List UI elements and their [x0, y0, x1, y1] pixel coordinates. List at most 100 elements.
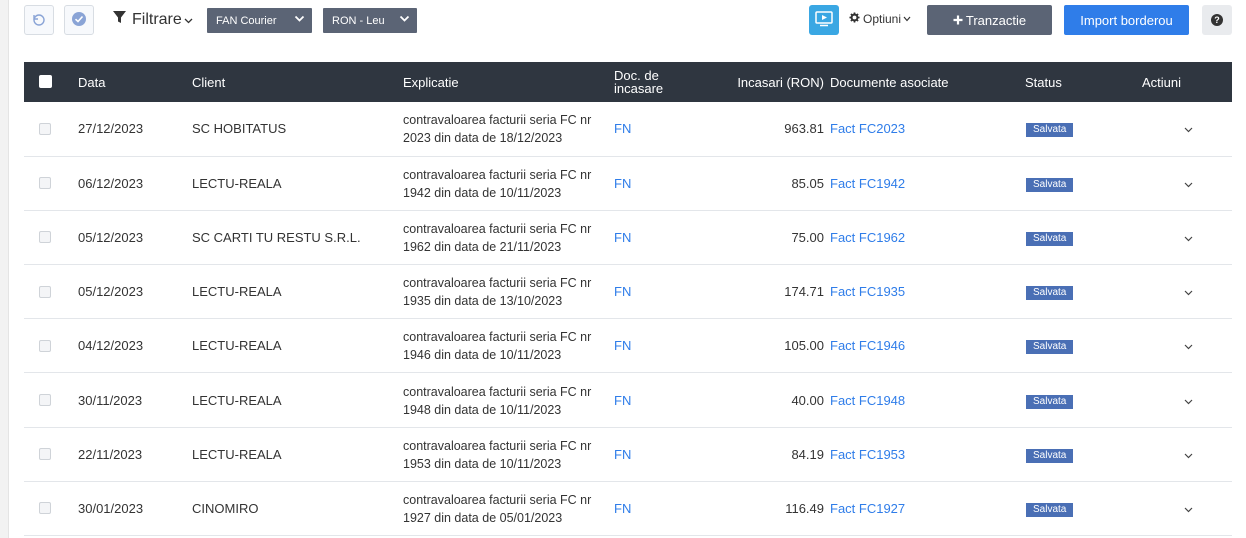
col-header-doc[interactable]: Doc. de incasare	[614, 62, 689, 102]
row-checkbox-cell	[24, 373, 78, 427]
cell-actions	[1142, 102, 1232, 156]
cell-status: Salvata	[1014, 156, 1142, 210]
cell-actions	[1142, 481, 1232, 535]
col-header-status[interactable]: Status	[1014, 62, 1142, 102]
explanation-line1: contravaloarea facturii seria FC nr	[403, 167, 592, 182]
cell-date: 05/12/2023	[78, 284, 144, 300]
explanation-line1: contravaloarea facturii seria FC nr	[403, 221, 592, 236]
row-actions-chevron-icon[interactable]	[1184, 393, 1193, 408]
cell-client: SC HOBITATUS	[192, 121, 287, 137]
status-badge: Salvata	[1026, 502, 1074, 517]
add-transaction-button[interactable]: Tranzactie	[927, 5, 1052, 35]
row-checkbox[interactable]	[39, 122, 51, 135]
col-header-date[interactable]: Data	[78, 62, 192, 102]
doc-link[interactable]: FN	[614, 176, 631, 191]
invoice-link[interactable]: Fact FC1942	[830, 176, 905, 191]
row-checkbox[interactable]	[39, 394, 51, 407]
table-row: 22/11/2023 LECTU-REALA contravaloarea fact…	[24, 427, 1232, 482]
row-actions-chevron-icon[interactable]	[1184, 176, 1193, 191]
history-button[interactable]	[24, 5, 54, 35]
doc-link[interactable]: FN	[614, 501, 631, 516]
status-badge: Salvata	[1026, 286, 1074, 301]
courier-select[interactable]: FAN Courier	[207, 8, 312, 33]
explanation-line1: contravaloarea facturii seria FC nr	[403, 113, 592, 128]
validate-button[interactable]	[64, 5, 94, 35]
cell-documents: Fact FC1927	[830, 481, 1014, 535]
select-all-cell	[24, 62, 78, 102]
explanation-line1: contravaloarea facturii seria FC nr	[403, 276, 592, 291]
cell-date: 05/12/2023	[78, 229, 144, 245]
explanation-line1: contravaloarea facturii seria FC nr	[403, 492, 592, 507]
cell-status: Salvata	[1014, 102, 1142, 156]
row-checkbox[interactable]	[39, 177, 51, 190]
cell-doc: FN	[614, 156, 689, 210]
row-actions-chevron-icon[interactable]	[1184, 447, 1193, 462]
explanation-line1: contravaloarea facturii seria FC nr	[403, 438, 592, 453]
invoice-link[interactable]: Fact FC1953	[830, 447, 905, 462]
cell-documents: Fact FC1935	[830, 265, 1014, 319]
cell-documents: Fact FC1942	[830, 156, 1014, 210]
doc-link[interactable]: FN	[614, 284, 631, 299]
cell-explanation: contravaloarea facturii seria FC nr 1935 …	[403, 265, 614, 319]
left-sidebar-edge	[0, 0, 9, 538]
status-badge: Salvata	[1026, 394, 1074, 409]
currency-select-value: RON - Leu	[332, 14, 385, 27]
cell-documents: Fact FC1948	[830, 373, 1014, 427]
invoice-link[interactable]: Fact FC1927	[830, 501, 905, 516]
invoice-link[interactable]: Fact FC1962	[830, 230, 905, 245]
currency-select[interactable]: RON - Leu	[323, 8, 417, 33]
row-checkbox[interactable]	[39, 339, 51, 352]
row-actions-chevron-icon[interactable]	[1184, 284, 1193, 299]
presentation-button[interactable]	[809, 5, 839, 35]
cell-explanation: contravaloarea facturii seria FC nr 1948 …	[403, 373, 614, 427]
invoice-link[interactable]: Fact FC1948	[830, 393, 905, 408]
explanation-line2: 2023 din data de 18/12/2023	[403, 131, 563, 146]
cell-doc: FN	[614, 373, 689, 427]
chevron-down-icon	[294, 13, 305, 28]
doc-link[interactable]: FN	[614, 393, 631, 408]
row-checkbox[interactable]	[39, 231, 51, 244]
explanation-line1: contravaloarea facturii seria FC nr	[403, 384, 592, 399]
courier-select-value: FAN Courier	[216, 14, 277, 27]
filter-toggle[interactable]: Filtrare	[112, 10, 198, 30]
explanation-line2: 1953 din data de 10/11/2023	[403, 456, 562, 471]
cell-client: LECTU-REALA	[192, 284, 282, 300]
help-button[interactable]: ?	[1202, 5, 1232, 35]
col-header-amount[interactable]: Incasari (RON)	[689, 62, 830, 102]
chevron-down-icon	[903, 14, 911, 24]
cell-status: Salvata	[1014, 210, 1142, 264]
doc-link[interactable]: FN	[614, 121, 631, 136]
import-borderou-button[interactable]: Import borderou	[1064, 5, 1189, 35]
invoice-link[interactable]: Fact FC2023	[830, 121, 905, 136]
row-actions-chevron-icon[interactable]	[1184, 501, 1193, 516]
cell-client: CINOMIRO	[192, 500, 259, 516]
col-header-explanation[interactable]: Explicatie	[403, 62, 614, 102]
invoice-link[interactable]: Fact FC1946	[830, 338, 905, 353]
row-actions-chevron-icon[interactable]	[1184, 121, 1193, 136]
explanation-line2: 1962 din data de 21/11/2023	[403, 239, 562, 254]
col-header-doc-line2: incasare	[614, 81, 664, 96]
help-icon: ?	[1211, 14, 1223, 26]
cell-client: LECTU-REALA	[192, 338, 282, 354]
cell-doc: FN	[614, 319, 689, 373]
options-menu[interactable]: Optiuni	[849, 12, 911, 26]
col-header-documents[interactable]: Documente asociate	[830, 62, 1014, 102]
select-all-checkbox[interactable]	[39, 75, 52, 88]
cell-doc: FN	[614, 102, 689, 156]
check-circle-icon	[71, 11, 87, 30]
doc-link[interactable]: FN	[614, 230, 631, 245]
cell-client: SC CARTI TU RESTU S.R.L.	[192, 229, 361, 245]
invoice-link[interactable]: Fact FC1935	[830, 284, 905, 299]
row-actions-chevron-icon[interactable]	[1184, 230, 1193, 245]
cell-amount: 963.81	[784, 121, 824, 137]
cell-actions	[1142, 210, 1232, 264]
row-actions-chevron-icon[interactable]	[1184, 338, 1193, 353]
row-checkbox[interactable]	[39, 285, 51, 298]
cell-amount: 105.00	[784, 338, 824, 354]
doc-link[interactable]: FN	[614, 338, 631, 353]
row-checkbox[interactable]	[39, 448, 51, 461]
table-row: 06/12/2023 LECTU-REALA contravaloarea fact…	[24, 156, 1232, 211]
doc-link[interactable]: FN	[614, 447, 631, 462]
row-checkbox[interactable]	[39, 502, 51, 515]
col-header-client[interactable]: Client	[192, 62, 403, 102]
